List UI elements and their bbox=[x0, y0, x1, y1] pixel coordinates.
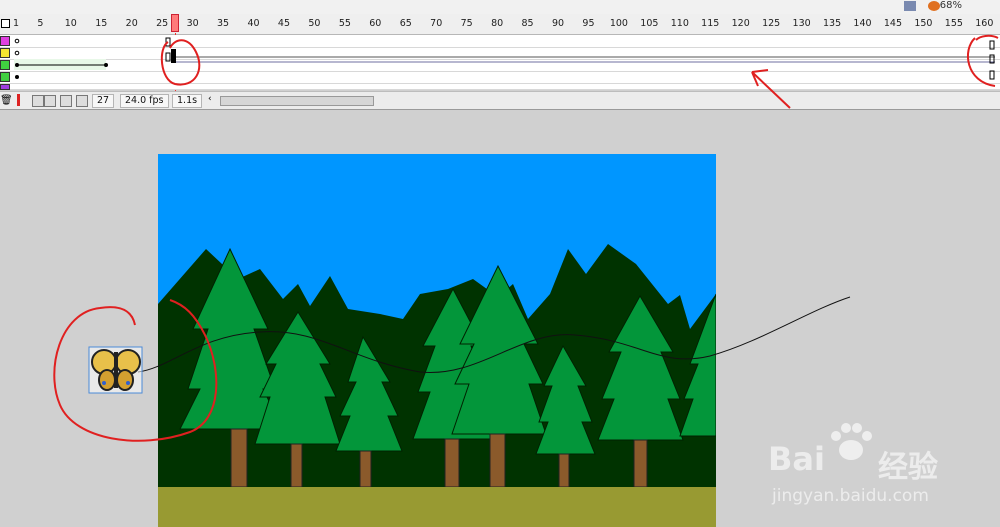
annotation-circle-end bbox=[966, 34, 999, 87]
butterfly-symbol[interactable] bbox=[88, 346, 143, 394]
baidu-watermark: Bai 经验 jingyan.baidu.com bbox=[768, 420, 1000, 527]
watermark-url: jingyan.baidu.com bbox=[772, 486, 929, 506]
watermark-cn: 经验 bbox=[878, 450, 938, 485]
paw-logo-icon bbox=[831, 423, 872, 460]
red-annotations bbox=[53, 34, 999, 442]
annotation-circle-frame bbox=[160, 39, 201, 86]
motion-guide-path[interactable] bbox=[137, 296, 851, 373]
watermark-brand: Bai bbox=[768, 440, 825, 478]
annotation-arrow bbox=[751, 69, 791, 109]
